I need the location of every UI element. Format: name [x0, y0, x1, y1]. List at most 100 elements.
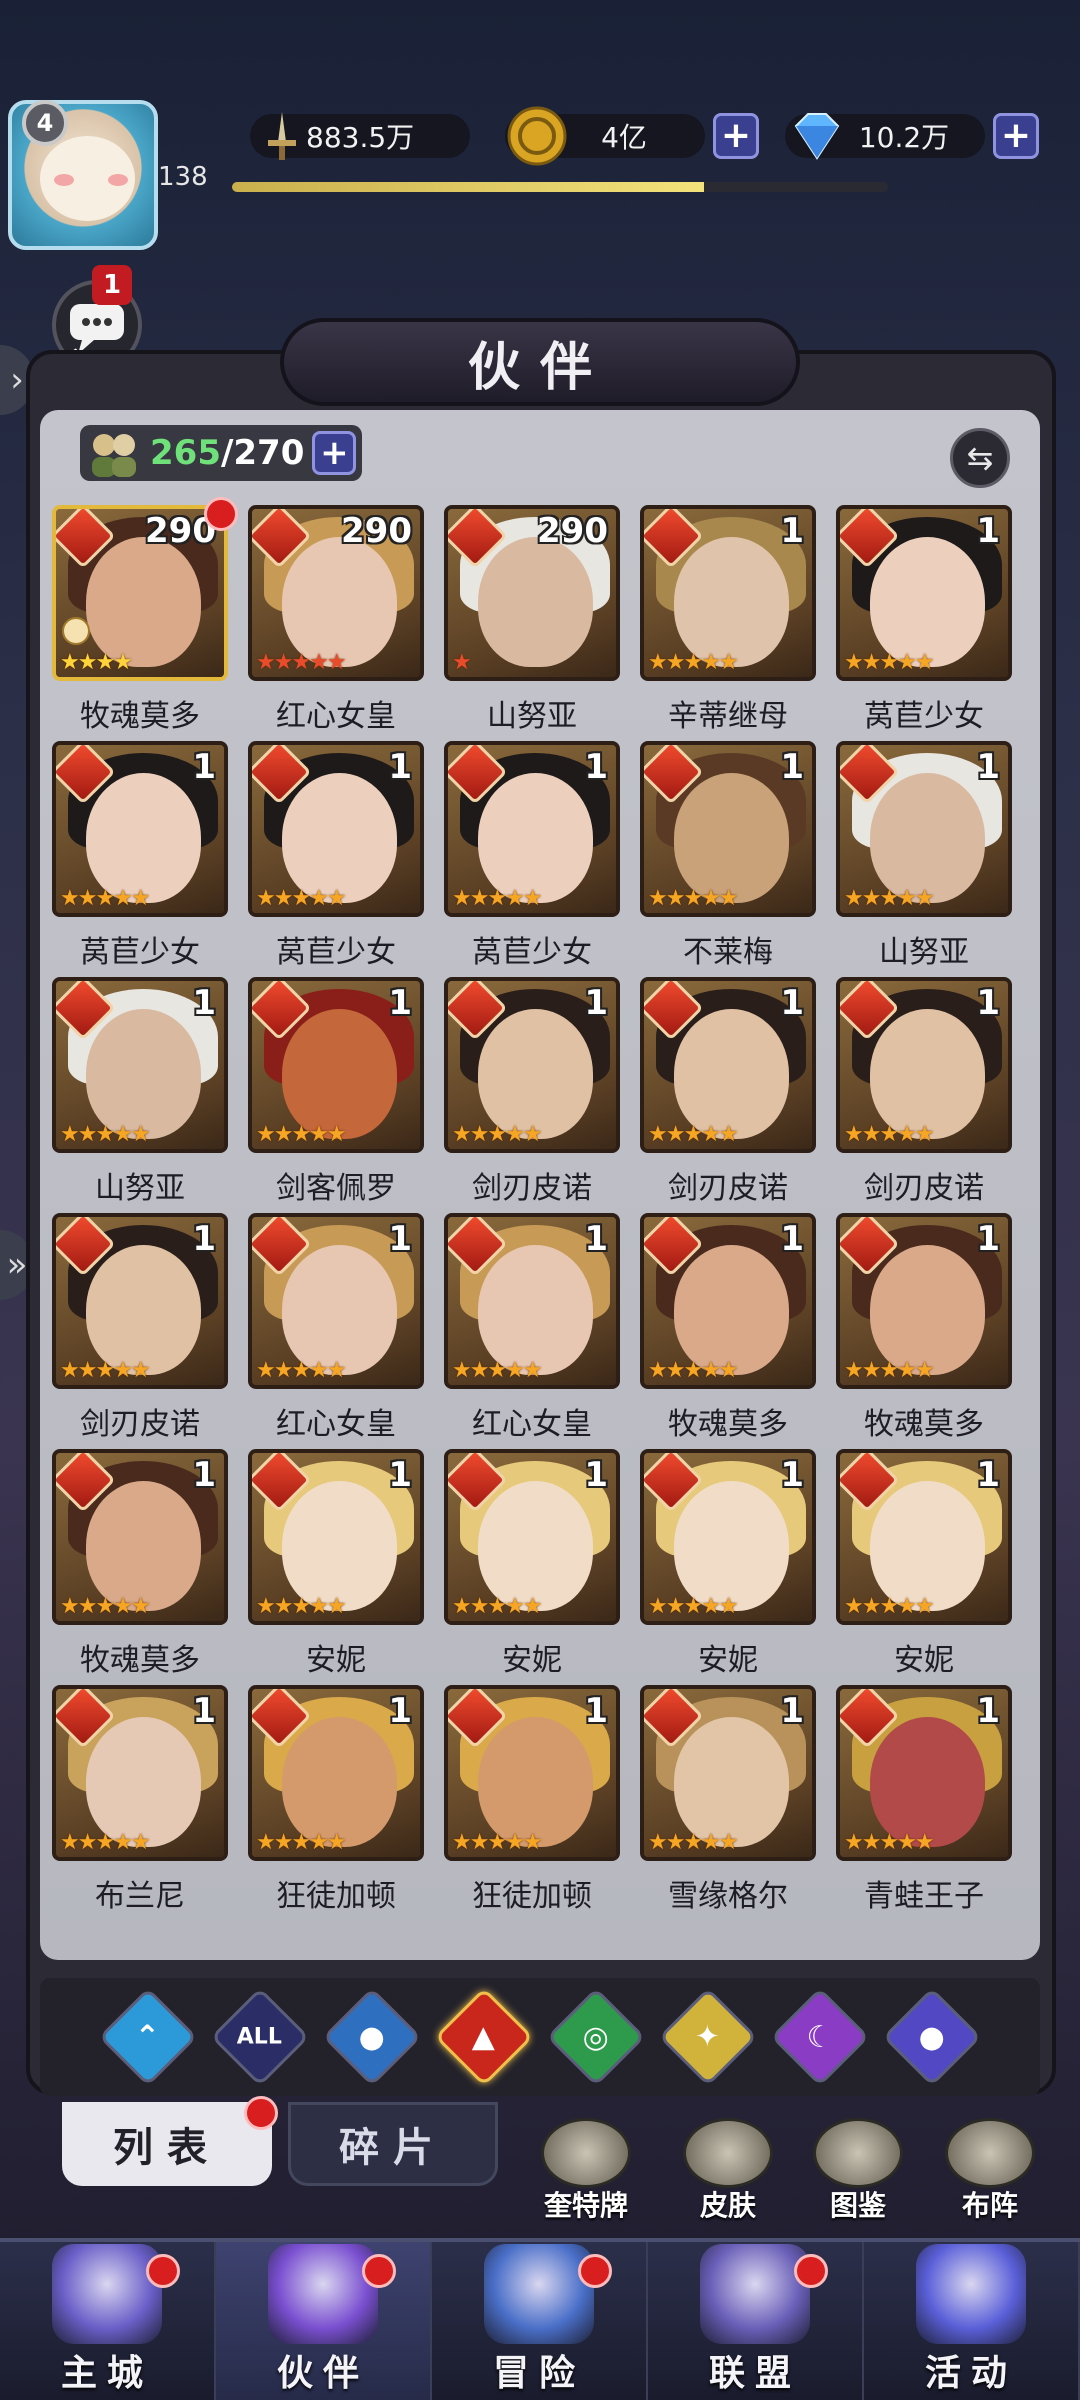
hero-card[interactable]: 1 ★★★★★ 山努亚	[52, 977, 228, 1207]
filter-glyph: ✦	[695, 2019, 721, 2055]
shortcut-skin-outfit[interactable]: 皮肤	[668, 2118, 788, 2222]
hero-card[interactable]: 1 ★★★★★ 红心女皇	[248, 1213, 424, 1443]
tab-shards[interactable]: 碎片	[288, 2102, 498, 2186]
hero-stars: ★★★★★	[844, 650, 935, 675]
hero-portrait: 290 ★	[444, 505, 620, 681]
nav-notification-dot	[578, 2254, 612, 2288]
hero-card[interactable]: 1 ★★★★★ 莴苣少女	[248, 741, 424, 971]
hero-portrait: 1 ★★★★★	[836, 741, 1012, 917]
hero-portrait: 1 ★★★★★	[640, 505, 816, 681]
hero-card[interactable]: 1 ★★★★★ 青蛙王子	[836, 1685, 1012, 1915]
tab-list[interactable]: 列表	[62, 2096, 278, 2186]
avatar-cheek-right	[108, 174, 128, 186]
portrait-face	[870, 1245, 985, 1375]
hero-stars: ★★★★★	[60, 1830, 151, 1855]
tarot-card-icon	[541, 2118, 631, 2188]
add-gem-button[interactable]: +	[993, 113, 1039, 159]
hero-card[interactable]: 290 ★ 山努亚	[444, 505, 620, 735]
sort-swap-button[interactable]: ⇆	[950, 428, 1010, 488]
filter-planet[interactable]: ●	[881, 1986, 983, 2088]
expand-capacity-button[interactable]: +	[312, 431, 357, 475]
hero-card[interactable]: 1 ★★★★★ 莴苣少女	[52, 741, 228, 971]
hero-card[interactable]: 1 ★★★★★ 牧魂莫多	[52, 1449, 228, 1679]
gold-coin-icon	[505, 104, 569, 168]
shortcut-codex-book[interactable]: 图鉴	[798, 2118, 918, 2222]
hero-card[interactable]: 1 ★★★★★ 狂徒加顿	[248, 1685, 424, 1915]
nav-cards[interactable]: 活动	[864, 2242, 1080, 2400]
hero-name: 布兰尼	[95, 1879, 185, 1914]
hero-name: 红心女皇	[276, 699, 396, 734]
hero-name: 莴苣少女	[276, 935, 396, 970]
portrait-face	[674, 773, 789, 903]
hero-card[interactable]: 1 ★★★★★ 布兰尼	[52, 1685, 228, 1915]
skin-outfit-icon	[683, 2118, 773, 2188]
partners-group-icon	[92, 434, 136, 477]
hero-stars: ★★★★★	[844, 1830, 935, 1855]
filter-all-filter[interactable]: ALL	[209, 1986, 311, 2088]
hero-card[interactable]: 1 ★★★★★ 剑刃皮诺	[52, 1213, 228, 1443]
hero-portrait: 1 ★★★★★	[640, 1449, 816, 1625]
hero-name: 不莱梅	[683, 935, 773, 970]
hero-name: 剑刃皮诺	[80, 1407, 200, 1442]
hero-card[interactable]: 1 ★★★★★ 山努亚	[836, 741, 1012, 971]
filter-water-drop[interactable]: ●	[321, 1986, 423, 2088]
hero-card[interactable]: 1 ★★★★★ 雪缘格尔	[640, 1685, 816, 1915]
nav-shield-crest[interactable]: 联盟	[648, 2242, 864, 2400]
diamond-gem-icon	[785, 104, 849, 168]
hero-level: 1	[192, 983, 216, 1023]
filter-up-chevron[interactable]: ⌃	[97, 1986, 199, 2088]
hero-card[interactable]: 1 ★★★★★ 牧魂莫多	[836, 1213, 1012, 1443]
hero-stars: ★★★★★	[256, 1358, 347, 1383]
hero-card[interactable]: 1 ★★★★★ 辛蒂继母	[640, 505, 816, 735]
hero-card[interactable]: 1 ★★★★★ 莴苣少女	[836, 505, 1012, 735]
hero-portrait: 1 ★★★★★	[52, 741, 228, 917]
compass-star-icon	[484, 2244, 594, 2344]
hero-card[interactable]: 1 ★★★★★ 剑客佩罗	[248, 977, 424, 1207]
hero-card[interactable]: 1 ★★★★★ 莴苣少女	[444, 741, 620, 971]
shortcut-tarot-card[interactable]: 奎特牌	[526, 2118, 646, 2222]
hero-stars: ★★★★★	[844, 1122, 935, 1147]
portrait-face	[674, 1481, 789, 1611]
hero-portrait: 1 ★★★★★	[52, 977, 228, 1153]
filter-glyph: ▲	[472, 2019, 496, 2055]
hero-card[interactable]: 1 ★★★★★ 狂徒加顿	[444, 1685, 620, 1915]
hero-card[interactable]: 290 ★★★★★ 红心女皇	[248, 505, 424, 735]
portrait-face	[870, 537, 985, 667]
hero-name: 牧魂莫多	[668, 1407, 788, 1442]
hero-card[interactable]: 1 ★★★★★ 剑刃皮诺	[640, 977, 816, 1207]
hero-card[interactable]: 1 ★★★★★ 剑刃皮诺	[444, 977, 620, 1207]
filter-light-star[interactable]: ✦	[657, 1986, 759, 2088]
portrait-face	[478, 1717, 593, 1847]
portrait-face	[478, 1245, 593, 1375]
filter-moon[interactable]: ☾	[769, 1986, 871, 2088]
hero-name: 莴苣少女	[80, 935, 200, 970]
nav-notification-dot	[146, 2254, 180, 2288]
portrait-face	[674, 1009, 789, 1139]
portrait-face	[674, 1717, 789, 1847]
hero-card[interactable]: 1 ★★★★★ 安妮	[444, 1449, 620, 1679]
filter-wind[interactable]: ◎	[545, 1986, 647, 2088]
hero-card[interactable]: 1 ★★★★★ 安妮	[836, 1449, 1012, 1679]
hero-level: 1	[976, 1455, 1000, 1495]
shortcut-formation-chess[interactable]: 布阵	[930, 2118, 1050, 2222]
hero-card[interactable]: 290 ★★★★ 牧魂莫多	[52, 497, 238, 735]
hero-notification-dot	[204, 497, 238, 531]
bottom-navigation: 主城 伙伴 冒险 联盟 活动	[0, 2238, 1080, 2400]
hero-portrait: 290 ★★★★★	[248, 505, 424, 681]
hero-card[interactable]: 1 ★★★★★ 安妮	[248, 1449, 424, 1679]
nav-compass-star[interactable]: 冒险	[432, 2242, 648, 2400]
nav-castle[interactable]: 主城	[0, 2242, 216, 2400]
nav-wizard-hat[interactable]: 伙伴	[216, 2242, 432, 2400]
xp-bar	[232, 182, 888, 192]
hero-card[interactable]: 1 ★★★★★ 不莱梅	[640, 741, 816, 971]
filter-fire[interactable]: ▲	[433, 1986, 535, 2088]
hero-card[interactable]: 1 ★★★★★ 红心女皇	[444, 1213, 620, 1443]
player-level-number: 138	[158, 162, 208, 192]
water-drop-icon: ●	[322, 1987, 422, 2087]
hero-card[interactable]: 1 ★★★★★ 剑刃皮诺	[836, 977, 1012, 1207]
hero-card[interactable]: 1 ★★★★★ 牧魂莫多	[640, 1213, 816, 1443]
hero-card[interactable]: 1 ★★★★★ 安妮	[640, 1449, 816, 1679]
add-gold-button[interactable]: +	[713, 113, 759, 159]
panel-title-plate: 伙伴	[280, 318, 800, 406]
hero-portrait: 1 ★★★★★	[444, 977, 620, 1153]
